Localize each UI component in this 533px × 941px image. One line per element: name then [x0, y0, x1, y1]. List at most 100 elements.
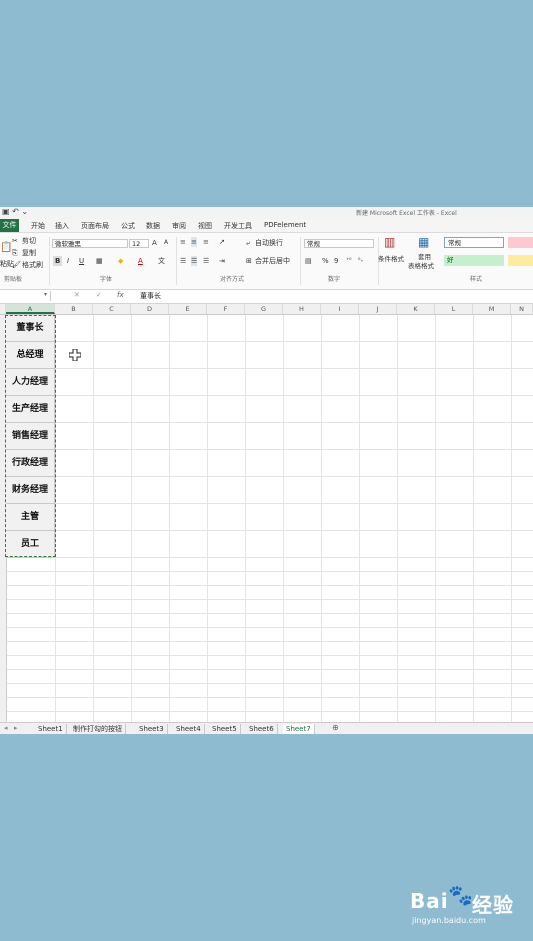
- column-header-d[interactable]: D: [131, 304, 169, 314]
- font-size-select[interactable]: 12: [129, 239, 149, 248]
- copy-button[interactable]: 复制: [22, 248, 36, 258]
- align-bottom-icon[interactable]: ≡: [203, 237, 209, 247]
- tab-page-layout[interactable]: 页面布局: [81, 221, 109, 231]
- tab-view[interactable]: 视图: [198, 221, 212, 231]
- sheet-tab-1[interactable]: Sheet1: [35, 724, 67, 734]
- sheet-tab-4[interactable]: Sheet4: [173, 724, 205, 734]
- column-header-b[interactable]: B: [55, 304, 93, 314]
- merge-center-button[interactable]: 合并后居中: [255, 256, 290, 266]
- worksheet-grid[interactable]: A B C D E F G H I J K L M N 董事长 总经理 人力经理…: [0, 304, 533, 722]
- format-table-label-2[interactable]: 表格格式: [408, 261, 434, 271]
- cell-a7[interactable]: 财务经理: [6, 477, 55, 504]
- tab-pdfelement[interactable]: PDFelement: [264, 221, 306, 229]
- phonetic-button[interactable]: 文: [158, 256, 165, 266]
- fill-color-icon[interactable]: ◆: [118, 256, 123, 266]
- cell-a3[interactable]: 人力经理: [6, 369, 55, 396]
- column-header-g[interactable]: G: [245, 304, 283, 314]
- copy-icon[interactable]: ⎘: [12, 248, 18, 258]
- sheet-tab-7[interactable]: Sheet7: [283, 724, 315, 734]
- cell-area[interactable]: 董事长 总经理 人力经理 生产经理 销售经理 行政经理 财务经理 主管 员工: [0, 315, 533, 722]
- cut-button[interactable]: 剪切: [22, 236, 36, 246]
- formula-bar: ▾ ✕ ✓ fx 董事长: [0, 290, 533, 304]
- style-bad[interactable]: [508, 237, 533, 248]
- number-format-select[interactable]: 常规: [304, 239, 374, 248]
- percent-button[interactable]: %: [322, 256, 329, 266]
- chevron-down-icon[interactable]: ▾: [44, 291, 47, 298]
- cell-a8[interactable]: 主管: [6, 504, 55, 531]
- align-center-icon[interactable]: ☰: [191, 256, 198, 266]
- tab-review[interactable]: 审阅: [172, 221, 186, 231]
- align-left-icon[interactable]: ☰: [180, 256, 186, 266]
- italic-button[interactable]: I: [67, 256, 69, 266]
- baidu-jingyan-watermark: Bai 🐾 经验 jingyan.baidu.com: [410, 883, 530, 933]
- indent-icon[interactable]: ⇥: [219, 256, 225, 266]
- paste-icon[interactable]: 📋: [0, 243, 12, 253]
- wrap-text-icon[interactable]: ⤶: [246, 238, 250, 248]
- quick-access-toolbar[interactable]: ▣ ↶ ⌄: [2, 207, 28, 216]
- column-header-i[interactable]: I: [321, 304, 359, 314]
- tab-home[interactable]: 开始: [31, 221, 45, 231]
- wrap-text-button[interactable]: 自动换行: [255, 238, 283, 248]
- orientation-icon[interactable]: ↗: [219, 237, 225, 247]
- underline-button[interactable]: U: [79, 256, 84, 266]
- fx-icon[interactable]: fx: [117, 291, 124, 299]
- border-icon[interactable]: ▦: [96, 256, 103, 266]
- column-header-k[interactable]: K: [397, 304, 435, 314]
- column-header-n[interactable]: N: [511, 304, 533, 314]
- enter-icon[interactable]: ✓: [96, 291, 102, 299]
- column-header-j[interactable]: J: [359, 304, 397, 314]
- sheet-tab-2[interactable]: 制作打勾的按钮: [70, 724, 126, 734]
- file-menu-button[interactable]: 文件: [0, 219, 19, 232]
- sheet-tab-5[interactable]: Sheet5: [209, 724, 241, 734]
- style-good[interactable]: 好: [444, 255, 504, 266]
- format-painter-button[interactable]: 格式刷: [22, 260, 43, 270]
- cell-a6[interactable]: 行政经理: [6, 450, 55, 477]
- column-header-a[interactable]: A: [6, 304, 55, 314]
- sheet-tab-6[interactable]: Sheet6: [246, 724, 278, 734]
- tab-data[interactable]: 数据: [146, 221, 160, 231]
- font-color-icon[interactable]: A: [138, 256, 143, 266]
- cut-icon[interactable]: ✂: [12, 236, 18, 246]
- conditional-format-button[interactable]: 条件格式: [378, 254, 404, 264]
- merge-icon[interactable]: ⊞: [246, 256, 252, 266]
- style-normal[interactable]: 常规: [444, 237, 504, 248]
- watermark-brand: Bai: [410, 889, 449, 913]
- add-sheet-button[interactable]: ⊕: [332, 723, 339, 732]
- grow-font-button[interactable]: A: [152, 238, 157, 248]
- decrease-decimal-icon[interactable]: ⁰₊: [358, 256, 364, 266]
- name-box[interactable]: ▾: [0, 291, 51, 301]
- tab-developer[interactable]: 开发工具: [224, 221, 252, 231]
- sheet-tab-bar: ◂ ▸ Sheet1 制作打勾的按钮 Sheet3 Sheet4 Sheet5 …: [0, 722, 533, 734]
- style-neutral[interactable]: [508, 255, 533, 266]
- shrink-font-button[interactable]: A: [164, 238, 168, 248]
- scroll-tabs-left-icon[interactable]: ◂: [4, 724, 8, 732]
- align-right-icon[interactable]: ☰: [203, 256, 209, 266]
- tab-formulas[interactable]: 公式: [121, 221, 135, 231]
- cell-a1[interactable]: 董事长: [6, 315, 55, 342]
- cancel-icon[interactable]: ✕: [74, 291, 80, 299]
- font-name-select[interactable]: 微软雅黑: [52, 239, 128, 248]
- comma-button[interactable]: 9: [334, 256, 338, 266]
- column-header-h[interactable]: H: [283, 304, 321, 314]
- conditional-format-icon[interactable]: ▥: [384, 236, 395, 248]
- increase-decimal-icon[interactable]: ⁺⁰: [346, 256, 352, 266]
- tab-insert[interactable]: 插入: [55, 221, 69, 231]
- sheet-tab-3[interactable]: Sheet3: [136, 724, 168, 734]
- column-header-f[interactable]: F: [207, 304, 245, 314]
- align-top-icon[interactable]: ≡: [180, 237, 186, 247]
- bold-button[interactable]: B: [53, 256, 63, 266]
- column-header-e[interactable]: E: [169, 304, 207, 314]
- format-painter-icon[interactable]: 🖌: [12, 260, 21, 270]
- column-header-m[interactable]: M: [473, 304, 511, 314]
- cell-a2[interactable]: 总经理: [6, 342, 55, 369]
- formula-input[interactable]: 董事长: [140, 291, 161, 301]
- format-table-icon[interactable]: ▦: [418, 236, 429, 248]
- scroll-tabs-right-icon[interactable]: ▸: [14, 724, 18, 732]
- align-middle-icon[interactable]: ≡: [191, 237, 197, 247]
- column-header-c[interactable]: C: [93, 304, 131, 314]
- cell-a4[interactable]: 生产经理: [6, 396, 55, 423]
- cell-a9[interactable]: 员工: [6, 531, 55, 558]
- column-header-l[interactable]: L: [435, 304, 473, 314]
- cell-a5[interactable]: 销售经理: [6, 423, 55, 450]
- accounting-format-icon[interactable]: ▤: [305, 256, 312, 266]
